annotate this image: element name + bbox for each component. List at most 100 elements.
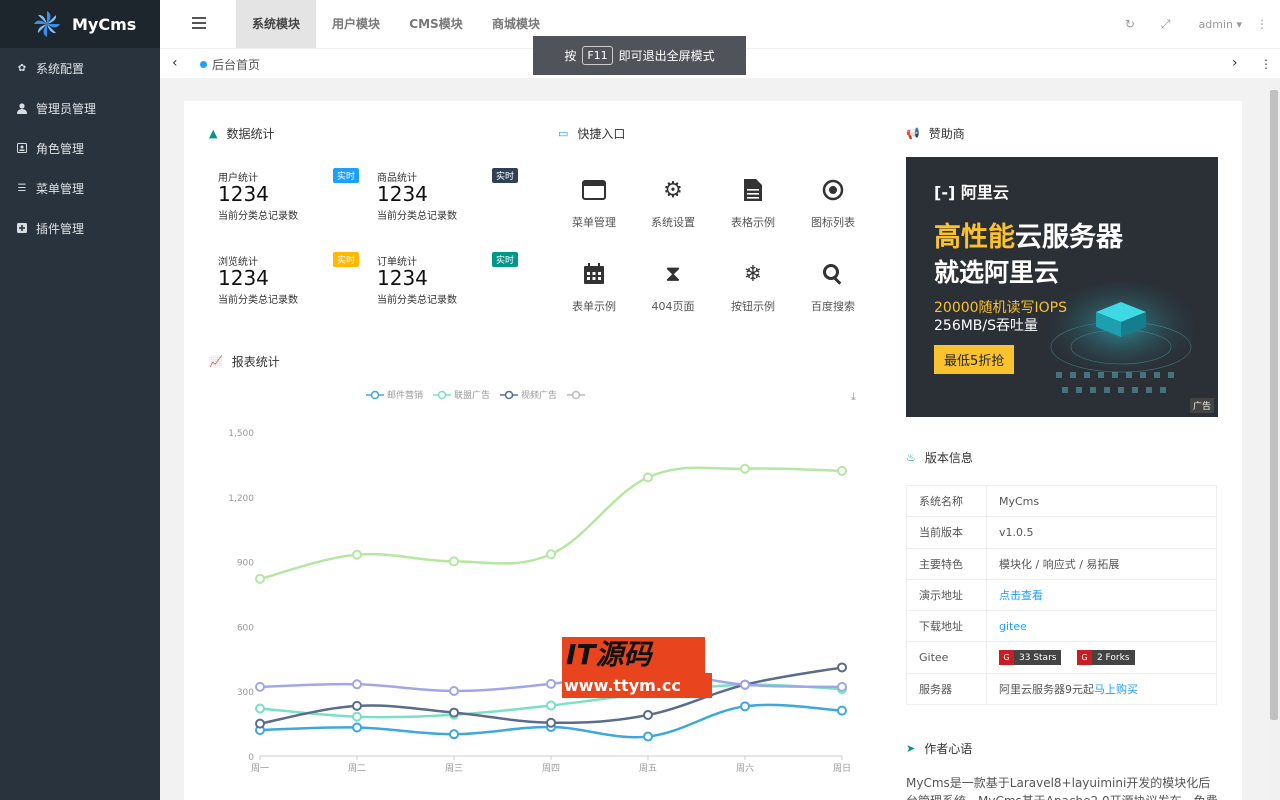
data-point[interactable]	[449, 556, 459, 567]
data-point[interactable]	[740, 463, 750, 474]
menu-toggle-icon[interactable]	[192, 17, 206, 29]
data-point[interactable]	[255, 718, 265, 729]
data-point[interactable]	[352, 722, 362, 733]
bullhorn-icon: 📢	[906, 127, 920, 140]
series-line-4	[259, 466, 843, 581]
section-title-text: 数据统计	[226, 127, 275, 141]
refresh-icon[interactable]: ↻	[1125, 17, 1135, 31]
data-point[interactable]	[546, 549, 556, 560]
legend-item[interactable]: 视频广告	[500, 388, 557, 401]
data-point[interactable]	[643, 709, 653, 720]
legend-item[interactable]: 邮件营销	[366, 388, 423, 401]
data-point[interactable]	[255, 681, 265, 692]
x-tick-label: 周五	[639, 763, 657, 774]
line-chart: 0 300 600 900 1,200 1,500 周一 周二 周三 周四 周五 周六 周日	[228, 429, 851, 774]
data-point[interactable]	[352, 679, 362, 690]
vertical-scrollbar[interactable]	[1268, 78, 1280, 800]
legend-label: 邮件营销	[387, 391, 424, 401]
fullscreen-icon[interactable]: ⤢	[1161, 17, 1171, 32]
window-icon	[554, 172, 634, 208]
data-point[interactable]	[837, 681, 847, 692]
stat-card-users: 用户统计 实时 1234 当前分类总记录数	[214, 168, 359, 235]
data-point[interactable]	[255, 573, 265, 584]
data-point[interactable]	[255, 703, 265, 714]
table-row: 当前版本 v1.0.5	[906, 516, 1217, 549]
row-key: 当前版本	[906, 516, 987, 549]
sidebar-item-label: 系统配置	[36, 61, 85, 76]
sidebar-item-plugin[interactable]: 插件管理	[0, 208, 160, 248]
snowflake-icon: ❄	[743, 261, 763, 287]
chevron-right-icon[interactable]: ›	[1232, 55, 1238, 71]
quick-link-404[interactable]: ⧗ 404页面	[633, 256, 713, 326]
more-vertical-icon[interactable]: ⋮	[1256, 17, 1268, 31]
quick-link-table[interactable]: 表格示例	[713, 172, 793, 242]
user-menu[interactable]: admin ▾	[1199, 18, 1243, 31]
quick-link-label: 菜单管理	[572, 216, 616, 229]
data-point[interactable]	[837, 662, 847, 673]
stars-count: 33 Stars	[1019, 652, 1057, 663]
data-point[interactable]	[740, 679, 750, 690]
tab-home[interactable]: 后台首页	[200, 56, 260, 73]
legend-item[interactable]: 联盟广告	[433, 388, 490, 401]
dot-circle-icon	[793, 172, 873, 208]
stars-badge[interactable]: G 33 Stars	[999, 650, 1062, 666]
data-point[interactable]	[546, 678, 556, 689]
module-tabs: 系统模块 用户模块 CMS模块 商城模块	[236, 0, 556, 48]
data-point[interactable]	[546, 717, 556, 728]
plus-square-icon	[16, 222, 28, 234]
buy-link[interactable]: 马上购买	[1094, 683, 1138, 696]
sidebar-item-role[interactable]: 角色管理	[0, 128, 160, 168]
section-title-text: 作者心语	[924, 742, 973, 756]
table-row: Gitee G 33 Stars G 2 Forks	[906, 641, 1217, 674]
section-quick-title: ▭ 快捷入口	[558, 125, 625, 142]
sidebar-item-menu[interactable]: ☰ 菜单管理	[0, 168, 160, 208]
quick-link-label: 表格示例	[731, 216, 775, 229]
list-icon: ☰	[17, 182, 27, 194]
data-point[interactable]	[352, 700, 362, 711]
legend-item[interactable]	[567, 388, 588, 401]
stat-value: 1234	[218, 266, 269, 290]
download-link[interactable]: gitee	[999, 620, 1027, 633]
sidebar: MyCms ✿ 系统配置 管理员管理 角色管理 ☰ 菜单管理 插件管理	[0, 0, 160, 800]
ad-cta-button[interactable]: 最低5折抢	[934, 345, 1015, 374]
tab-user[interactable]: 用户模块	[316, 0, 396, 48]
quick-link-menu[interactable]: 菜单管理	[554, 172, 634, 242]
demo-link[interactable]: 点击查看	[999, 589, 1043, 602]
data-point[interactable]	[740, 701, 750, 712]
sidebar-item-label: 管理员管理	[36, 101, 97, 116]
data-point[interactable]	[449, 685, 459, 696]
sidebar-item-system-config[interactable]: ✿ 系统配置	[0, 48, 160, 88]
logo[interactable]: MyCms	[0, 0, 160, 48]
table-row: 系统名称 MyCms	[906, 484, 1217, 518]
header-actions: ↻ ⤢ admin ▾ ⋮	[1099, 0, 1268, 48]
tab-options-icon[interactable]: ⋮	[1260, 57, 1272, 71]
data-point[interactable]	[449, 707, 459, 718]
tab-system[interactable]: 系统模块	[236, 0, 316, 48]
data-point[interactable]	[352, 711, 362, 722]
file-icon	[713, 172, 793, 208]
data-point[interactable]	[449, 729, 459, 740]
author-message: MyCms是一款基于Laravel8+layuimini开发的模块化后台管理系统…	[906, 776, 1218, 800]
quick-link-form[interactable]: 表单示例	[554, 256, 634, 326]
data-point[interactable]	[837, 705, 847, 716]
x-tick-label: 周四	[542, 763, 560, 774]
y-tick-label: 300	[237, 688, 254, 698]
sponsor-ad[interactable]: [-] 阿里云 高性能云服务器 就选阿里云 20000随机读写IOPS 256M…	[906, 157, 1218, 417]
tip-key: F11	[582, 46, 613, 65]
data-point[interactable]	[643, 472, 653, 483]
data-point[interactable]	[546, 700, 556, 711]
x-tick-label: 周日	[833, 763, 851, 774]
data-point[interactable]	[352, 549, 362, 560]
download-icon[interactable]: ⤓	[851, 390, 856, 404]
quick-link-icons[interactable]: 图标列表	[793, 172, 873, 242]
quick-link-search[interactable]: 百度搜索	[793, 256, 873, 326]
sidebar-item-admin[interactable]: 管理员管理	[0, 88, 160, 128]
tab-cms[interactable]: CMS模块	[396, 0, 476, 48]
chevron-left-icon[interactable]: ‹	[172, 55, 178, 71]
data-point[interactable]	[643, 731, 653, 742]
quick-link-buttons[interactable]: ❄ 按钮示例	[713, 256, 793, 326]
data-point[interactable]	[837, 465, 847, 476]
quick-link-settings[interactable]: ⚙ 系统设置	[633, 172, 713, 242]
forks-badge[interactable]: G 2 Forks	[1076, 650, 1135, 666]
status-badge: 实时	[332, 252, 359, 267]
